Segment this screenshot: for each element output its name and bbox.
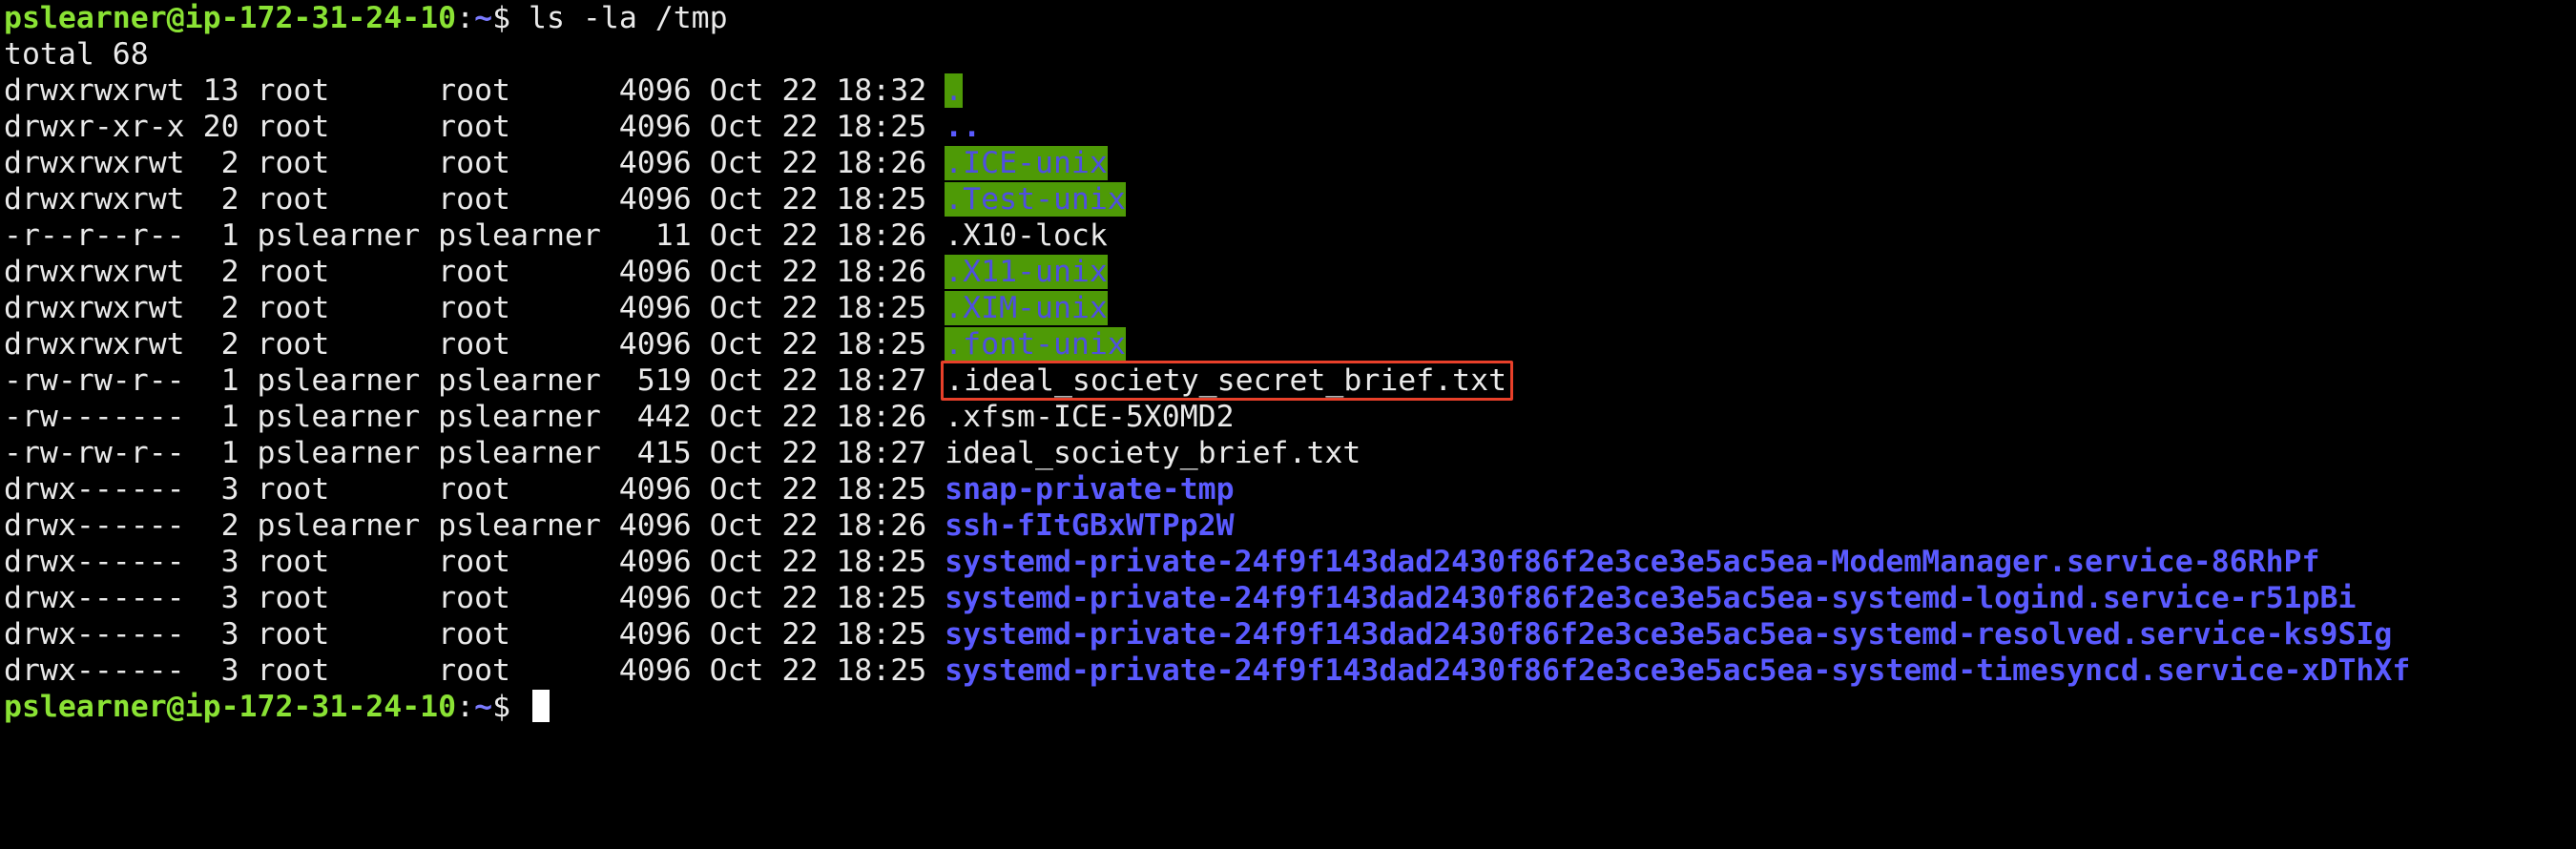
listing-row: drwx------ 3 root root 4096 Oct 22 18:25… bbox=[4, 471, 1235, 507]
listing-meta: drwx------ 3 root root 4096 Oct 22 18:25 bbox=[4, 545, 945, 579]
listing-meta: drwx------ 3 root root 4096 Oct 22 18:25 bbox=[4, 472, 945, 507]
prompt-path: ~ bbox=[474, 1, 493, 35]
listing-meta: drwxrwxrwt 2 root root 4096 Oct 22 18:26 bbox=[4, 255, 945, 289]
listing-meta: -rw------- 1 pslearner pslearner 442 Oct… bbox=[4, 400, 945, 434]
listing-row: drwx------ 3 root root 4096 Oct 22 18:25… bbox=[4, 652, 2410, 689]
listing-row: drwxrwxrwt 2 root root 4096 Oct 22 18:26… bbox=[4, 145, 1108, 181]
listing-name-sticky-dir: .XIM-unix bbox=[945, 291, 1108, 325]
prompt-symbol: $ bbox=[492, 690, 511, 724]
listing-row: drwxrwxrwt 2 root root 4096 Oct 22 18:25… bbox=[4, 290, 1108, 326]
listing-meta: -r--r--r-- 1 pslearner pslearner 11 Oct … bbox=[4, 218, 945, 253]
command-text: ls -la /tmp bbox=[529, 1, 728, 35]
listing-row: drwxrwxrwt 13 root root 4096 Oct 22 18:3… bbox=[4, 72, 964, 109]
listing-meta: drwxrwxrwt 13 root root 4096 Oct 22 18:3… bbox=[4, 73, 945, 108]
prompt-path: ~ bbox=[474, 690, 493, 724]
listing-meta: drwx------ 3 root root 4096 Oct 22 18:25 bbox=[4, 617, 945, 652]
listing-meta: -rw-rw-r-- 1 pslearner pslearner 415 Oct… bbox=[4, 436, 945, 470]
prompt-user-host: pslearner@ip-172-31-24-10 bbox=[4, 690, 457, 724]
prompt-symbol: $ bbox=[492, 1, 511, 35]
listing-meta: drwx------ 2 pslearner pslearner 4096 Oc… bbox=[4, 508, 945, 543]
listing-row: drwx------ 3 root root 4096 Oct 22 18:25… bbox=[4, 616, 2392, 652]
listing-name-dir: systemd-private-24f9f143dad2430f86f2e3ce… bbox=[945, 545, 2320, 579]
command-line: pslearner@ip-172-31-24-10:~$ ls -la /tmp bbox=[4, 1, 728, 35]
listing-meta: drwxrwxrwt 2 root root 4096 Oct 22 18:25 bbox=[4, 182, 945, 217]
listing-name-sticky-dir: .ICE-unix bbox=[945, 146, 1108, 180]
listing-name-dir: .. bbox=[945, 110, 982, 144]
listing-name-sticky-dir: .Test-unix bbox=[945, 182, 1126, 217]
listing-meta: drwx------ 3 root root 4096 Oct 22 18:25 bbox=[4, 581, 945, 615]
listing-name-sticky-dir: .font-unix bbox=[945, 327, 1126, 362]
listing-row: drwxrwxrwt 2 root root 4096 Oct 22 18:25… bbox=[4, 181, 1126, 217]
listing-row: -rw-rw-r-- 1 pslearner pslearner 415 Oct… bbox=[4, 435, 1361, 471]
listing-row: -r--r--r-- 1 pslearner pslearner 11 Oct … bbox=[4, 217, 1108, 254]
listing-name-file: ideal_society_brief.txt bbox=[945, 436, 1361, 470]
listing-meta: -rw-rw-r-- 1 pslearner pslearner 519 Oct… bbox=[4, 363, 945, 398]
listing-name-dir: ssh-fItGBxWTPp2W bbox=[945, 508, 1235, 543]
listing-name-dir: systemd-private-24f9f143dad2430f86f2e3ce… bbox=[945, 617, 2393, 652]
listing-meta: drwx------ 3 root root 4096 Oct 22 18:25 bbox=[4, 653, 945, 688]
listing-name-highlighted-file: .ideal_society_secret_brief.txt bbox=[941, 361, 1514, 401]
listing-meta: drwxrwxrwt 2 root root 4096 Oct 22 18:25 bbox=[4, 327, 945, 362]
total-line: total 68 bbox=[4, 37, 149, 72]
listing-meta: drwxr-xr-x 20 root root 4096 Oct 22 18:2… bbox=[4, 110, 945, 144]
listing-row: drwx------ 3 root root 4096 Oct 22 18:25… bbox=[4, 580, 2356, 616]
listing-name-sticky-dir: . bbox=[945, 73, 964, 108]
listing-row: drwxrwxrwt 2 root root 4096 Oct 22 18:25… bbox=[4, 326, 1126, 362]
text-cursor bbox=[532, 690, 550, 722]
prompt-user-host: pslearner@ip-172-31-24-10 bbox=[4, 1, 457, 35]
terminal-window[interactable]: pslearner@ip-172-31-24-10:~$ ls -la /tmp… bbox=[0, 0, 2576, 849]
listing-meta: drwxrwxrwt 2 root root 4096 Oct 22 18:25 bbox=[4, 291, 945, 325]
listing-row: drwx------ 3 root root 4096 Oct 22 18:25… bbox=[4, 544, 2319, 580]
listing-row: drwx------ 2 pslearner pslearner 4096 Oc… bbox=[4, 507, 1235, 544]
listing-row: drwxr-xr-x 20 root root 4096 Oct 22 18:2… bbox=[4, 109, 981, 145]
listing-name-sticky-dir: .X11-unix bbox=[945, 255, 1108, 289]
listing-name-dir: snap-private-tmp bbox=[945, 472, 1235, 507]
listing-name-dir: systemd-private-24f9f143dad2430f86f2e3ce… bbox=[945, 581, 2357, 615]
listing-row: -rw------- 1 pslearner pslearner 442 Oct… bbox=[4, 399, 1235, 435]
listing-name-dir: systemd-private-24f9f143dad2430f86f2e3ce… bbox=[945, 653, 2411, 688]
listing-row: -rw-rw-r-- 1 pslearner pslearner 519 Oct… bbox=[4, 361, 1514, 401]
listing-row: drwxrwxrwt 2 root root 4096 Oct 22 18:26… bbox=[4, 254, 1108, 290]
listing-meta: drwxrwxrwt 2 root root 4096 Oct 22 18:26 bbox=[4, 146, 945, 180]
listing-name-file: .xfsm-ICE-5X0MD2 bbox=[945, 400, 1235, 434]
active-prompt-line[interactable]: pslearner@ip-172-31-24-10:~$ bbox=[4, 689, 550, 725]
listing-name-file: .X10-lock bbox=[945, 218, 1108, 253]
